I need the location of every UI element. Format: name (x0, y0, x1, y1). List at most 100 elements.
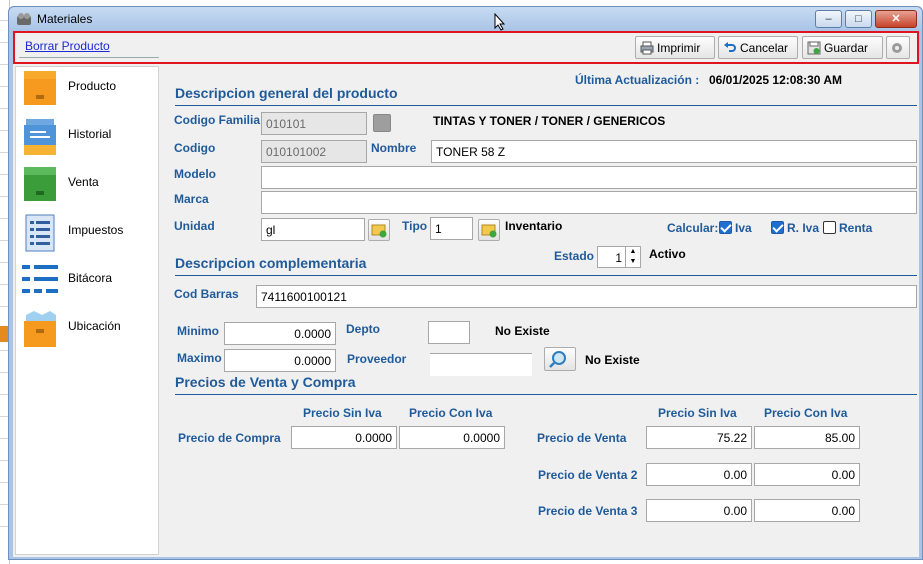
undo-icon (724, 41, 736, 52)
sidebar-label-bitacora: Bitácora (68, 271, 113, 285)
type-lookup-button[interactable] (478, 219, 500, 241)
sidebar: Producto Historial Venta Impuestos Bitác… (15, 66, 159, 555)
dept-status: No Existe (495, 324, 550, 338)
renta-label: Renta (839, 221, 873, 235)
tax-document-icon (25, 214, 55, 252)
type-description: Inventario (505, 219, 563, 233)
delete-product-link[interactable]: Borrar Producto (25, 39, 110, 53)
type-label: Tipo (402, 219, 428, 233)
general-section-title: Descripcion general del producto (175, 85, 398, 101)
sidebar-item-venta[interactable]: Venta (16, 163, 156, 209)
stepper-down-icon[interactable]: ▼ (625, 257, 640, 267)
iva-checkbox[interactable] (719, 221, 732, 234)
dept-label: Depto (346, 322, 380, 336)
sidebar-label-impuestos: Impuestos (68, 223, 124, 237)
print-button[interactable]: Imprimir (635, 36, 715, 59)
sale-box-icon (24, 167, 56, 201)
brand-field[interactable] (261, 191, 917, 214)
stepper-up-icon[interactable]: ▲ (625, 247, 640, 257)
riva-label: R. Iva (787, 221, 820, 235)
sale-label-3: Precio de Venta 3 (538, 504, 638, 518)
sidebar-item-impuestos[interactable]: Impuestos (16, 211, 156, 257)
last-update-value: 06/01/2025 12:08:30 AM (709, 73, 842, 87)
type-field[interactable]: 1 (430, 217, 473, 240)
prices-section-title: Precios de Venta y Compra (175, 374, 356, 390)
sidebar-label-ubicacion: Ubicación (68, 319, 121, 333)
mouse-cursor-icon (494, 13, 506, 31)
state-stepper[interactable]: 1 ▲ ▼ (597, 246, 641, 268)
log-list-icon (22, 265, 58, 293)
unit-field[interactable]: gl (261, 218, 365, 241)
prices-section-divider (175, 394, 917, 395)
family-label: Codigo Familia (174, 113, 261, 127)
name-label: Nombre (371, 141, 417, 155)
main-panel: Última Actualización : 06/01/2025 12:08:… (163, 66, 917, 555)
purchase-no-iva-field[interactable]: 0.0000 (291, 426, 397, 449)
product-box-icon (24, 71, 56, 105)
dept-field[interactable] (428, 321, 470, 344)
sale-no-iva-field-3[interactable]: 0.00 (646, 499, 752, 522)
maximize-button[interactable]: □ (845, 10, 872, 28)
sale-no-iva-field-1[interactable]: 75.22 (646, 426, 752, 449)
print-label: Imprimir (657, 40, 701, 55)
toolbar-divider (19, 57, 159, 58)
unit-lookup-button[interactable] (368, 219, 390, 241)
printer-icon (640, 41, 654, 54)
renta-checkbox[interactable] (823, 221, 836, 234)
supplier-status: No Existe (585, 353, 640, 367)
min-label: Minimo (177, 324, 219, 338)
sale-with-iva-field-1[interactable]: 85.00 (754, 426, 860, 449)
code-field[interactable]: 010101002 (261, 140, 367, 163)
supplier-search-button[interactable] (544, 347, 576, 371)
history-icon (24, 119, 56, 155)
sidebar-item-bitacora[interactable]: Bitácora (16, 259, 156, 305)
max-label: Maximo (177, 351, 222, 365)
close-button[interactable]: ✕ (875, 10, 917, 28)
model-label: Modelo (174, 167, 216, 181)
minimize-button[interactable]: – (815, 10, 842, 28)
last-update-label: Última Actualización : (575, 73, 700, 87)
sidebar-item-ubicacion[interactable]: Ubicación (16, 307, 156, 353)
sale-with-iva-field-2[interactable]: 0.00 (754, 463, 860, 486)
title-bar[interactable]: Materiales – □ ✕ (9, 7, 922, 31)
toolbar: Borrar Producto Imprimir Cancelar Guarda… (13, 31, 919, 64)
riva-checkbox[interactable] (771, 221, 784, 234)
materiales-window: Materiales – □ ✕ Borrar Producto Imprimi… (8, 6, 923, 560)
save-button[interactable]: Guardar (802, 36, 883, 59)
name-field[interactable]: TONER 58 Z (431, 140, 917, 163)
settings-button[interactable] (886, 36, 910, 59)
sale-col-no-iva: Precio Sin Iva (658, 406, 737, 420)
sale-with-iva-field-3[interactable]: 0.00 (754, 499, 860, 522)
sidebar-item-producto[interactable]: Producto (16, 67, 156, 113)
sidebar-label-producto: Producto (68, 79, 117, 93)
cancel-button[interactable]: Cancelar (718, 36, 798, 59)
sale-col-with-iva: Precio Con Iva (764, 406, 848, 420)
sale-no-iva-field-2[interactable]: 0.00 (646, 463, 752, 486)
purchase-col-with-iva: Precio Con Iva (409, 406, 493, 420)
state-value: 1 (615, 251, 622, 265)
general-section-divider (175, 105, 917, 106)
purchase-with-iva-field[interactable]: 0.0000 (399, 426, 505, 449)
min-field[interactable]: 0.0000 (224, 322, 336, 345)
state-description: Activo (649, 247, 686, 261)
barcode-field[interactable]: 7411600100121 (256, 285, 917, 308)
folder-add-icon (481, 224, 497, 238)
folder-add-icon (371, 224, 387, 238)
complement-section-divider (175, 275, 917, 276)
save-disk-icon (807, 41, 821, 54)
cancel-label: Cancelar (740, 40, 789, 55)
sidebar-item-historial[interactable]: Historial (16, 115, 156, 161)
supplier-field[interactable] (430, 353, 532, 376)
family-field[interactable]: 010101 (261, 112, 367, 135)
code-label: Codigo (174, 141, 216, 155)
app-icon (17, 13, 31, 25)
calc-label: Calcular: (667, 221, 719, 235)
purchase-col-no-iva: Precio Sin Iva (303, 406, 382, 420)
family-lookup-button[interactable] (373, 114, 391, 132)
max-field[interactable]: 0.0000 (224, 349, 336, 372)
state-label: Estado (554, 249, 595, 263)
sidebar-label-historial: Historial (68, 127, 112, 141)
model-field[interactable] (261, 166, 917, 189)
gear-icon (892, 42, 902, 53)
window-title: Materiales (37, 12, 93, 26)
